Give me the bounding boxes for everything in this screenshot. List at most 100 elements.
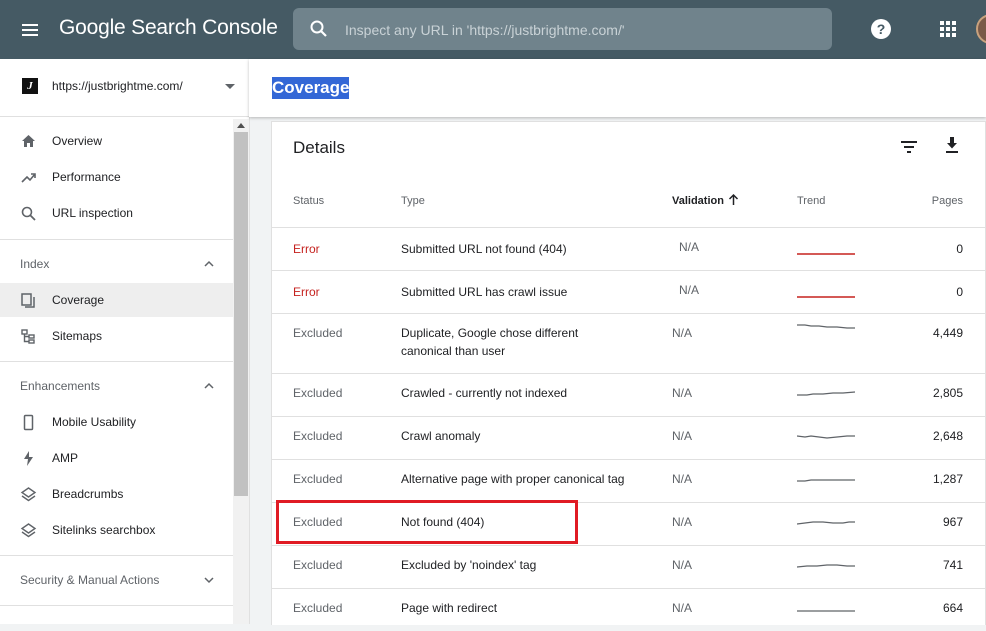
validation-cell: N/A xyxy=(679,283,700,297)
home-icon xyxy=(22,135,35,147)
type-cell: Submitted URL has crawl issue xyxy=(401,285,568,299)
type-cell: Alternative page with proper canonical t… xyxy=(401,472,625,486)
account-avatar[interactable] xyxy=(976,14,986,44)
svg-text:?: ? xyxy=(877,21,886,37)
column-header-status[interactable]: Status xyxy=(293,195,324,207)
pages-cell: 741 xyxy=(942,558,963,572)
status-cell: Excluded xyxy=(293,472,343,486)
column-header-trend[interactable]: Trend xyxy=(797,195,825,207)
table-row[interactable]: Excluded Page with redirect N/A 664 xyxy=(272,588,985,631)
validation-cell: N/A xyxy=(672,472,693,486)
sidebar-scrollbar-thumb[interactable] xyxy=(234,132,248,496)
status-cell: Error xyxy=(293,285,320,299)
table-row[interactable]: Excluded Excluded by 'noindex' tag N/A 7… xyxy=(272,545,985,588)
sidebar-item-amp[interactable]: AMP xyxy=(0,441,233,475)
validation-cell: N/A xyxy=(672,558,693,572)
type-cell: Duplicate, Google chose different canoni… xyxy=(401,326,579,358)
sidebar-item-label: Sitelinks searchbox xyxy=(52,523,156,537)
status-cell: Excluded xyxy=(293,326,343,340)
bolt-icon xyxy=(24,451,33,466)
table-row[interactable]: Excluded Crawled - currently not indexed… xyxy=(272,373,985,416)
trending-up-icon xyxy=(21,173,36,183)
section-label: Index xyxy=(20,257,50,271)
scroll-up-arrow-icon[interactable] xyxy=(237,123,245,128)
property-favicon: J xyxy=(22,78,38,94)
help-icon[interactable]: ? xyxy=(870,18,892,40)
chevron-up-icon xyxy=(204,260,214,267)
table-row[interactable]: Error Submitted URL not found (404) N/A … xyxy=(272,227,985,270)
table-row[interactable]: Excluded Crawl anomaly N/A 2,648 xyxy=(272,416,985,459)
section-label: Enhancements xyxy=(20,379,101,393)
divider xyxy=(0,555,233,556)
sidebar-item-sitemaps[interactable]: Sitemaps xyxy=(0,319,233,353)
type-cell: Crawl anomaly xyxy=(401,429,481,443)
chevron-up-icon xyxy=(204,382,214,389)
validation-cell: N/A xyxy=(672,515,693,529)
status-cell: Excluded xyxy=(293,386,343,400)
status-cell: Excluded xyxy=(293,429,343,443)
phone-icon xyxy=(23,414,34,431)
section-enhancements[interactable]: Enhancements xyxy=(0,369,233,403)
section-security-manual-actions[interactable]: Security & Manual Actions xyxy=(0,563,233,597)
sidebar-item-coverage[interactable]: Coverage xyxy=(0,283,233,317)
property-url: https://justbrightme.com/ xyxy=(52,79,183,93)
column-header-type[interactable]: Type xyxy=(401,195,425,207)
app-title[interactable]: Google Search Console xyxy=(59,16,278,40)
trend-sparkline xyxy=(797,324,855,329)
search-icon xyxy=(21,206,36,221)
sidebar-item-label: AMP xyxy=(52,451,79,465)
column-header-validation[interactable]: Validation xyxy=(672,195,724,207)
sidebar-item-url-inspection[interactable]: URL inspection xyxy=(0,196,233,230)
sidebar-item-mobile-usability[interactable]: Mobile Usability xyxy=(0,405,233,439)
arrow-up-icon[interactable] xyxy=(728,193,739,206)
sitemap-icon xyxy=(21,329,35,344)
trend-sparkline xyxy=(797,296,855,298)
type-cell: Excluded by 'noindex' tag xyxy=(401,558,537,572)
column-header-pages[interactable]: Pages xyxy=(932,195,963,207)
pages-cell: 4,449 xyxy=(932,326,963,340)
trend-sparkline xyxy=(797,521,855,525)
page-title: Coverage xyxy=(272,77,350,99)
annotation-highlight-box xyxy=(276,500,578,544)
menu-icon[interactable] xyxy=(20,20,40,40)
pages-cell: 0 xyxy=(956,285,963,299)
apps-grid-icon[interactable] xyxy=(938,19,958,39)
layers-icon xyxy=(20,523,37,538)
table-row[interactable]: Excluded Alternative page with proper ca… xyxy=(272,459,985,502)
details-title: Details xyxy=(293,138,345,157)
sidebar-item-label: Coverage xyxy=(52,293,105,307)
sidebar-item-label: Overview xyxy=(52,134,103,148)
trend-sparkline xyxy=(797,391,855,396)
status-cell: Excluded xyxy=(293,558,343,572)
pages-cell: 967 xyxy=(942,515,963,529)
download-icon[interactable] xyxy=(943,136,961,154)
property-selector[interactable]: J https://justbrightme.com/ xyxy=(0,59,249,117)
section-label: Security & Manual Actions xyxy=(20,573,160,587)
sidebar-item-label: Mobile Usability xyxy=(52,415,137,429)
sidebar-item-performance[interactable]: Performance xyxy=(0,160,233,194)
pages-cell: 2,805 xyxy=(932,386,963,400)
layers-icon xyxy=(20,487,37,502)
top-app-bar: Google Search Console ? xyxy=(0,0,986,59)
validation-cell: N/A xyxy=(672,601,693,615)
type-cell: Page with redirect xyxy=(401,601,498,615)
sidebar-item-breadcrumbs[interactable]: Breadcrumbs xyxy=(0,477,233,511)
trend-sparkline xyxy=(797,564,855,568)
sidebar-item-sitelinks-searchbox[interactable]: Sitelinks searchbox xyxy=(0,513,233,547)
search-input[interactable] xyxy=(343,18,817,42)
type-cell: Crawled - currently not indexed xyxy=(401,386,568,400)
trend-sparkline xyxy=(797,253,855,255)
section-index[interactable]: Index xyxy=(0,247,233,281)
table-row[interactable]: Excluded Duplicate, Google chose differe… xyxy=(272,313,985,373)
divider xyxy=(0,605,233,606)
coverage-icon xyxy=(21,293,35,308)
url-inspection-search[interactable] xyxy=(293,8,832,50)
sidebar: J https://justbrightme.com/ Overview Per… xyxy=(0,59,250,624)
validation-cell: N/A xyxy=(672,386,693,400)
table-row[interactable]: Error Submitted URL has crawl issue N/A … xyxy=(272,270,985,313)
pages-cell: 1,287 xyxy=(932,472,963,486)
validation-cell: N/A xyxy=(672,326,693,340)
sidebar-item-overview[interactable]: Overview xyxy=(0,124,233,158)
trend-sparkline xyxy=(797,479,855,482)
filter-icon[interactable] xyxy=(900,138,918,156)
